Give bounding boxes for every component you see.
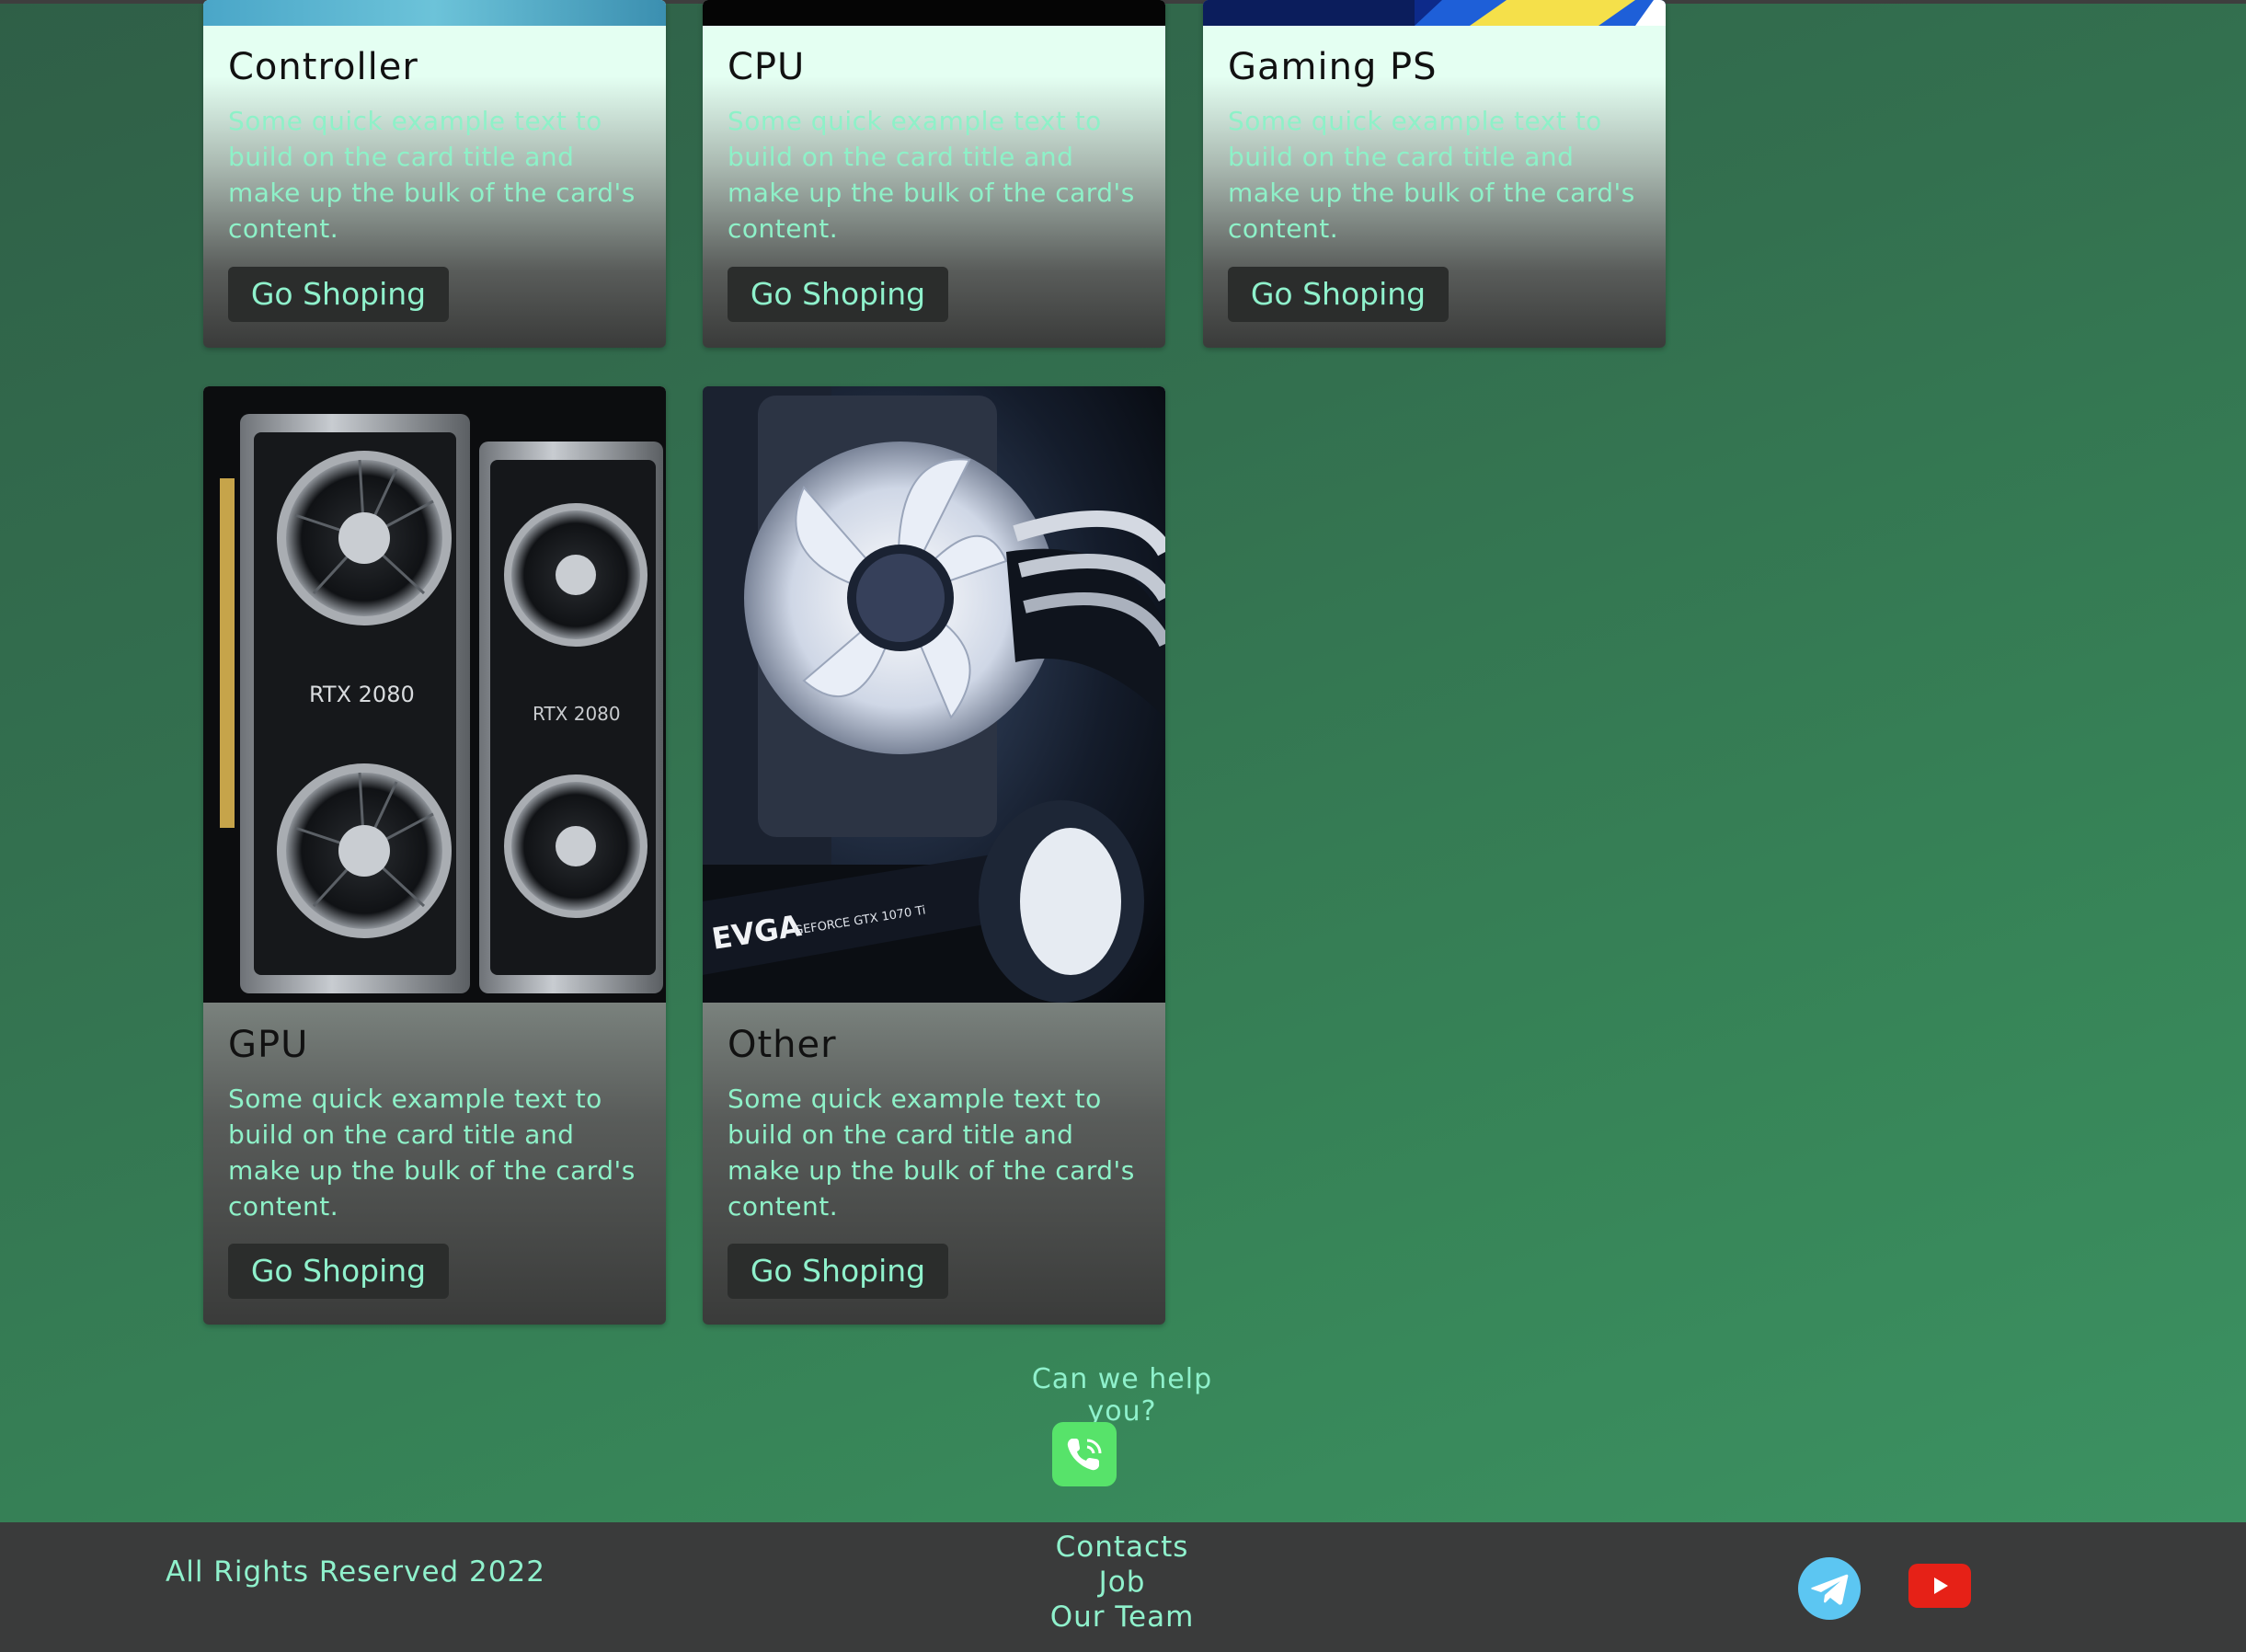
card-image: [1203, 0, 1666, 26]
go-shopping-button[interactable]: Go Shoping: [728, 267, 948, 322]
footer-link-contacts[interactable]: Contacts: [1012, 1530, 1232, 1565]
card-text: Some quick example text to build on the …: [728, 1084, 1135, 1222]
footer-link-job[interactable]: Job: [1012, 1565, 1232, 1600]
gpu-label-left: RTX 2080: [309, 682, 415, 707]
gpu-photo: RTX 2080 RTX 2080: [203, 386, 666, 1003]
card-title: CPU: [728, 46, 806, 88]
pc-fan-photo: EVGA GEFORCE GTX 1070 Ti: [703, 386, 1165, 1003]
card-text: Some quick example text to build on the …: [1228, 106, 1635, 244]
card-text: Some quick example text to build on the …: [228, 106, 636, 244]
go-shopping-button[interactable]: Go Shoping: [1228, 267, 1449, 322]
go-shopping-button[interactable]: Go Shoping: [728, 1244, 948, 1299]
product-card-cpu: CPU Some quick example text to build on …: [703, 0, 1165, 348]
product-card-controller: Controller Some quick example text to bu…: [203, 0, 666, 348]
card-title: Controller: [228, 46, 418, 88]
card-text: Some quick example text to build on the …: [228, 1084, 636, 1222]
card-title: Gaming PS: [1228, 46, 1438, 88]
gpu-label-right: RTX 2080: [533, 703, 621, 725]
footer-links: Contacts Job Our Team: [1012, 1530, 1232, 1635]
phone-icon[interactable]: [1052, 1422, 1117, 1486]
card-title: Other: [728, 1024, 837, 1066]
youtube-icon[interactable]: [1908, 1564, 1971, 1608]
card-title: GPU: [228, 1024, 309, 1066]
footer: All Rights Reserved 2022 Contacts Job Ou…: [0, 1522, 2246, 1652]
go-shopping-button[interactable]: Go Shoping: [228, 267, 449, 322]
product-card-gaming-ps: Gaming PS Some quick example text to bui…: [1203, 0, 1666, 348]
help-text: Can we help you?: [1031, 1363, 1213, 1428]
product-card-other: EVGA GEFORCE GTX 1070 Ti Other Some quic…: [703, 386, 1165, 1325]
telegram-icon[interactable]: [1798, 1557, 1861, 1620]
card-text: Some quick example text to build on the …: [728, 106, 1135, 244]
copyright-text: All Rights Reserved 2022: [166, 1555, 545, 1589]
card-image: [203, 0, 666, 26]
product-card-gpu: RTX 2080 RTX 2080 GPU Some quick example…: [203, 386, 666, 1325]
go-shopping-button[interactable]: Go Shoping: [228, 1244, 449, 1299]
footer-link-our-team[interactable]: Our Team: [1012, 1600, 1232, 1635]
card-image: [703, 0, 1165, 26]
